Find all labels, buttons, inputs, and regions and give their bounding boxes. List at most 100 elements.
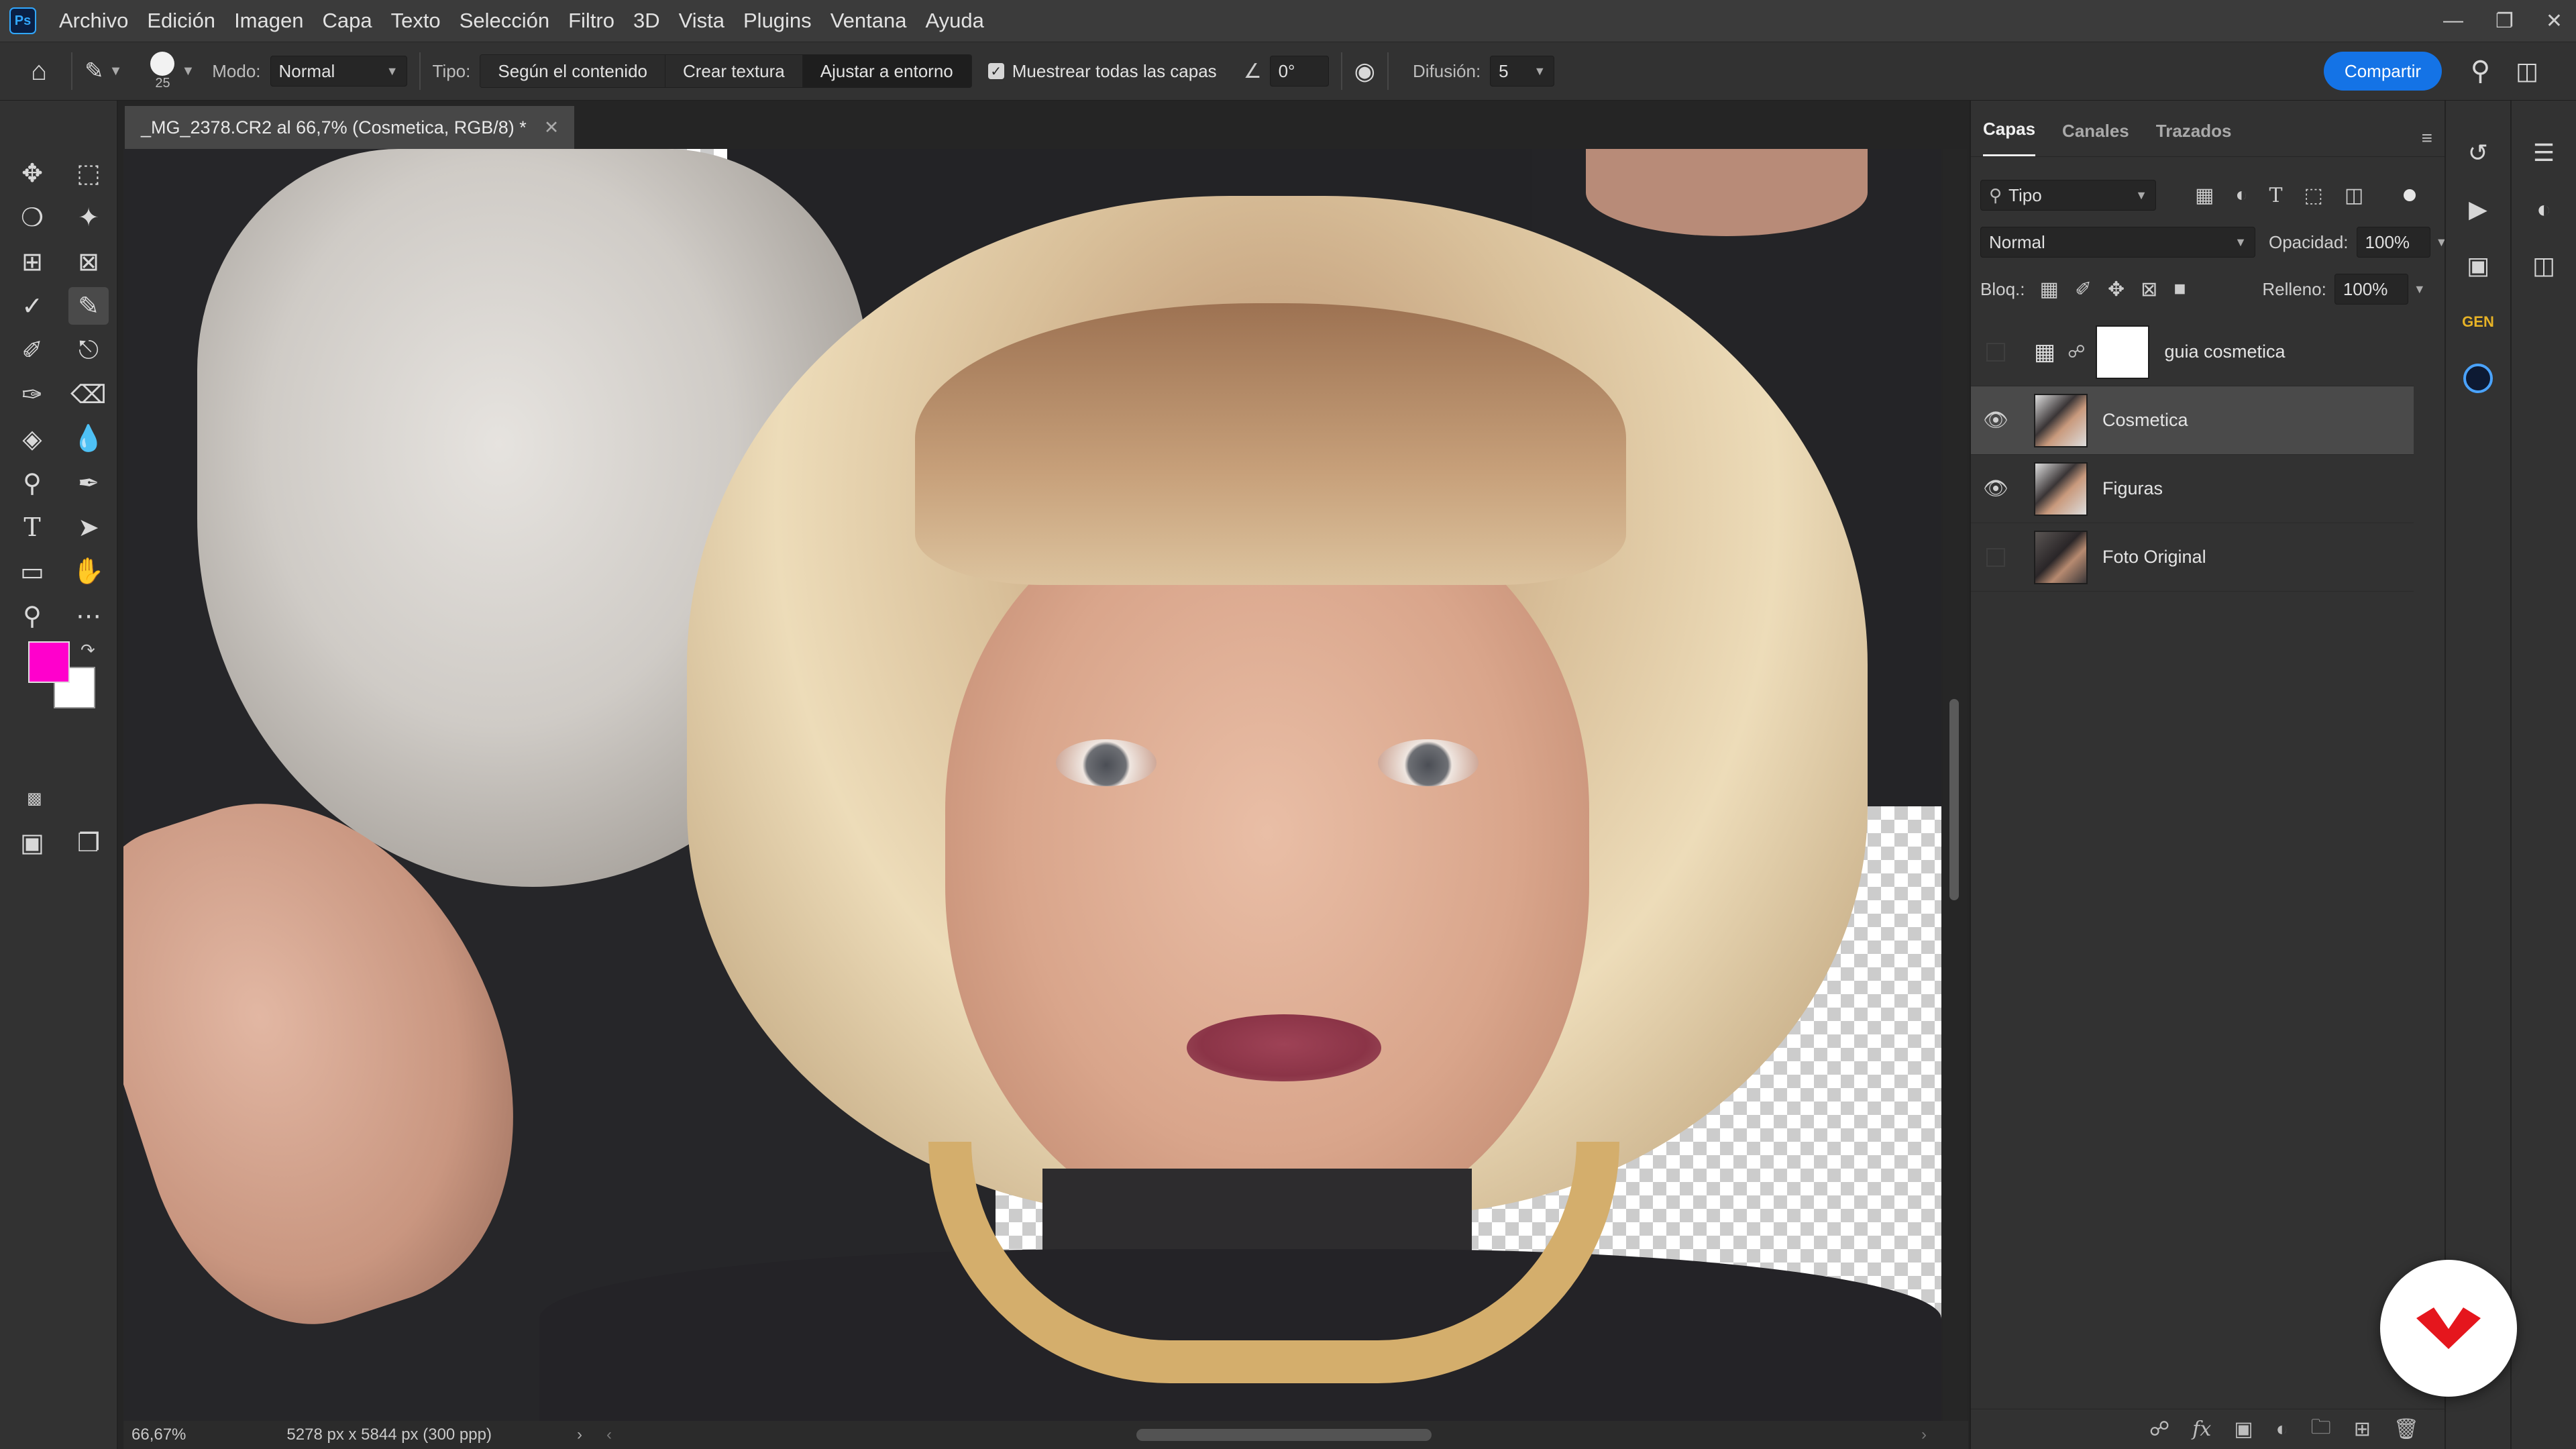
pressure-size-icon[interactable]: ◉ [1354, 57, 1375, 85]
paint-bucket-tool-icon[interactable]: ◈ [12, 420, 52, 458]
layer-name[interactable]: Cosmetica [2102, 410, 2188, 431]
close-icon[interactable]: ✕ [2546, 9, 2563, 33]
type-create-texture[interactable]: Crear textura [665, 55, 803, 87]
properties-icon[interactable]: ☰ [2524, 134, 2564, 172]
document-info[interactable]: 5278 px x 5844 px (300 ppp) [286, 1426, 492, 1444]
layer-row[interactable]: ▦ ☍ guia cosmetica [1971, 318, 2414, 386]
chevron-down-icon[interactable]: ▼ [2414, 282, 2426, 297]
menu-vista[interactable]: Vista [679, 9, 724, 33]
filter-shape-icon[interactable]: ⬚ [2304, 184, 2323, 207]
path-selection-tool-icon[interactable]: ➤ [68, 508, 109, 546]
layer-mask-thumbnail[interactable] [2096, 325, 2150, 379]
filter-type-icon[interactable]: T [2269, 184, 2282, 207]
diffusion-dropdown[interactable]: 5 ▼ [1490, 56, 1555, 87]
panel-menu-icon[interactable]: ≡ [2422, 127, 2432, 149]
chevron-right-icon[interactable]: › [1921, 1426, 1927, 1444]
link-layers-icon[interactable]: ☍ [2149, 1417, 2169, 1441]
document-tab[interactable]: _MG_2378.CR2 al 66,7% (Cosmetica, RGB/8)… [125, 106, 574, 149]
type-proximity-match[interactable]: Ajustar a entorno [802, 55, 971, 87]
trash-icon[interactable]: 🗑 [2394, 1417, 2419, 1441]
opacity-input[interactable]: 100% [2356, 227, 2430, 258]
healing-brush-tool-icon[interactable]: ✎ [68, 287, 109, 325]
add-mask-icon[interactable]: ▣ [2234, 1417, 2253, 1441]
brush-preset-picker[interactable]: 25 [150, 51, 175, 91]
swap-colors-icon[interactable]: ↷ [80, 640, 95, 661]
crop-tool-icon[interactable]: ⊞ [12, 243, 52, 280]
workspace-icon[interactable]: ◫ [2516, 57, 2538, 85]
layer-thumbnail[interactable] [2034, 393, 2088, 447]
menu-capa[interactable]: Capa [322, 9, 372, 33]
visibility-toggle[interactable] [1971, 342, 2021, 362]
folder-icon[interactable]: 🗀 [2311, 1412, 2331, 1446]
scrollbar-thumb[interactable] [1949, 699, 1959, 900]
lock-all-icon[interactable]: ■ [2174, 278, 2186, 301]
layer-thumbnail[interactable] [2034, 530, 2088, 584]
chevron-left-icon[interactable]: ‹ [606, 1426, 612, 1444]
default-colors-icon[interactable]: ▩ [27, 789, 42, 808]
close-tab-icon[interactable]: ✕ [544, 117, 559, 138]
menu-ventana[interactable]: Ventana [830, 9, 907, 33]
visibility-toggle[interactable] [1971, 547, 2021, 567]
search-icon[interactable]: ⚲ [2471, 56, 2490, 87]
filter-toggle-icon[interactable] [2404, 189, 2416, 201]
quick-mask-icon[interactable]: ▣ [12, 824, 52, 861]
brush-tool-icon[interactable]: ✐ [12, 331, 52, 369]
zoom-level[interactable]: 66,67% [131, 1426, 186, 1444]
plugin-ring-icon[interactable] [2458, 360, 2498, 397]
menu-ayuda[interactable]: Ayuda [925, 9, 983, 33]
menu-texto[interactable]: Texto [391, 9, 441, 33]
adjustments-icon[interactable]: ◐ [2524, 191, 2564, 228]
dodge-tool-icon[interactable]: ⚲ [12, 464, 52, 502]
history-icon[interactable]: ↺ [2458, 134, 2498, 172]
lock-position-icon[interactable]: ✥ [2108, 278, 2125, 301]
comments-icon[interactable]: ▣ [2458, 247, 2498, 284]
lock-artboard-icon[interactable]: ⊠ [2141, 278, 2157, 301]
zoom-tool-icon[interactable]: ⚲ [12, 597, 52, 635]
plugin-gen-icon[interactable]: GEN [2458, 303, 2498, 341]
menu-archivo[interactable]: Archivo [59, 9, 128, 33]
layer-row[interactable]: 👁 Figuras [1971, 455, 2414, 523]
menu-imagen[interactable]: Imagen [234, 9, 303, 33]
visibility-eye-icon[interactable]: 👁 [1971, 477, 2021, 500]
more-tools-icon[interactable]: ⋯ [68, 597, 109, 635]
pen-tool-icon[interactable]: ✒ [68, 464, 109, 502]
move-tool-icon[interactable]: ✥ [12, 154, 52, 192]
canvas[interactable] [123, 149, 1941, 1421]
tab-capas[interactable]: Capas [1983, 119, 2036, 156]
filter-pixel-icon[interactable]: ▦ [2195, 184, 2214, 207]
layer-name[interactable]: guia cosmetica [2164, 341, 2285, 362]
rectangle-tool-icon[interactable]: ▭ [12, 553, 52, 590]
filter-smart-object-icon[interactable]: ◫ [2345, 184, 2363, 207]
foreground-color-swatch[interactable] [28, 641, 70, 683]
layer-name[interactable]: Figuras [2102, 478, 2163, 499]
lasso-tool-icon[interactable]: ❍ [12, 199, 52, 236]
layer-filter-dropdown[interactable]: ⚲ Tipo ▼ [1980, 180, 2156, 211]
clone-stamp-tool-icon[interactable]: ⎋ [68, 331, 109, 369]
layer-name[interactable]: Foto Original [2102, 547, 2206, 568]
share-button[interactable]: Compartir [2324, 52, 2442, 91]
menu-filtro[interactable]: Filtro [568, 9, 614, 33]
fx-icon[interactable]: fx [2192, 1417, 2211, 1441]
blur-tool-icon[interactable]: 💧 [68, 420, 109, 458]
frame-tool-icon[interactable]: ⊠ [68, 243, 109, 280]
history-brush-tool-icon[interactable]: ✑ [12, 376, 52, 413]
eraser-tool-icon[interactable]: ⌫ [68, 376, 109, 413]
blend-mode-dropdown[interactable]: Normal ▼ [1980, 227, 2255, 258]
type-tool-icon[interactable]: T [12, 508, 52, 546]
new-layer-icon[interactable]: ⊞ [2354, 1417, 2371, 1441]
restore-icon[interactable]: ❐ [2496, 9, 2514, 33]
chevron-down-icon[interactable]: ▼ [109, 64, 123, 79]
magic-wand-tool-icon[interactable]: ✦ [68, 199, 109, 236]
layer-thumbnail[interactable] [2034, 462, 2088, 516]
tab-trazados[interactable]: Trazados [2156, 121, 2232, 156]
layer-row-selected[interactable]: 👁 Cosmetica [1971, 386, 2414, 455]
type-content-aware[interactable]: Según el contenido [480, 55, 665, 87]
link-icon[interactable]: ☍ [2068, 341, 2085, 362]
menu-seleccion[interactable]: Selección [460, 9, 549, 33]
chevron-right-icon[interactable]: › [577, 1426, 582, 1444]
healing-brush-tool-icon[interactable]: ✎ [85, 58, 104, 85]
lock-transparency-icon[interactable]: ▦ [2040, 278, 2059, 301]
filter-adjustment-icon[interactable]: ◐ [2235, 184, 2247, 207]
horizontal-scrollbar[interactable] [1136, 1429, 1432, 1441]
eyedropper-tool-icon[interactable]: ✓ [12, 287, 52, 325]
